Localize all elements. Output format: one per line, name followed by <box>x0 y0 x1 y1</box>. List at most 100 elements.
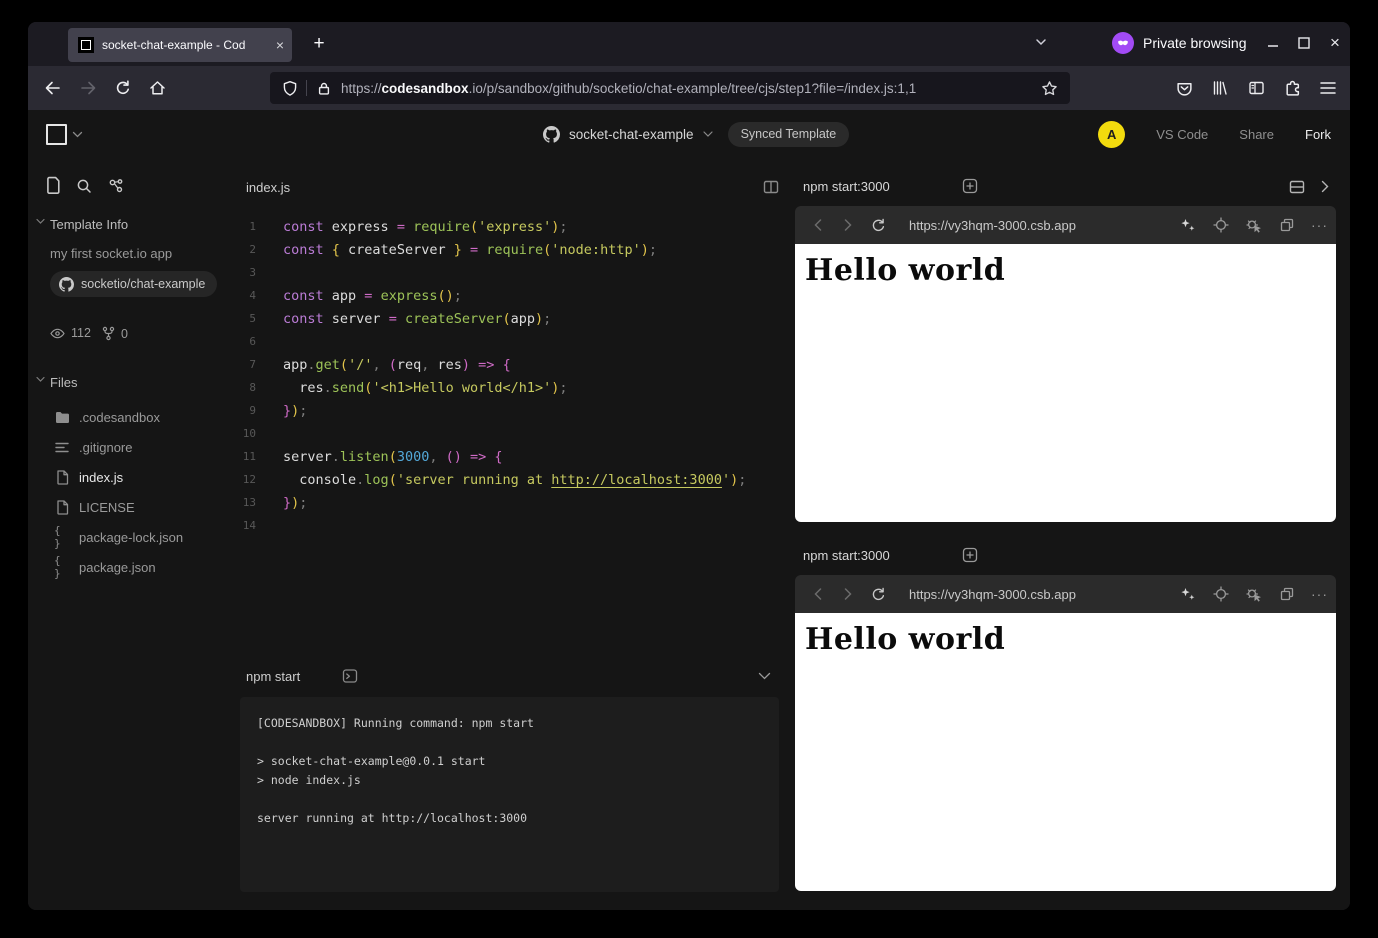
code-text: const app = express(); <box>283 288 462 304</box>
code-editor[interactable]: 1const express = require('express');2con… <box>240 215 785 537</box>
list-tabs-chevron-icon[interactable] <box>1034 35 1048 49</box>
project-title-group[interactable]: socket-chat-example Synced Template <box>543 110 849 158</box>
file-row-package-lock.json[interactable]: { }package-lock.json <box>54 526 183 548</box>
preview-forward-icon[interactable] <box>833 588 863 600</box>
tab-close-icon[interactable]: × <box>276 37 284 53</box>
code-line-6[interactable]: 6 <box>240 330 785 353</box>
file-row-index.js[interactable]: index.js <box>54 466 123 488</box>
template-repo-name: socketio/chat-example <box>81 277 205 291</box>
code-line-8[interactable]: 8 res.send('<h1>Hello world</h1>'); <box>240 376 785 399</box>
template-info-header[interactable]: Template Info <box>50 217 128 232</box>
github-icon <box>543 126 560 143</box>
files-header[interactable]: Files <box>50 375 77 390</box>
preview-viewport[interactable]: Hello world <box>795 613 1336 891</box>
files-chevron-icon[interactable] <box>36 376 45 383</box>
preview-url[interactable]: https://vy3hqm-3000.csb.app <box>909 587 1171 602</box>
line-number: 3 <box>240 266 256 279</box>
pocket-icon[interactable] <box>1168 72 1200 104</box>
template-repo-badge[interactable]: socketio/chat-example <box>50 271 217 297</box>
preview-tab-label[interactable]: npm start:3000 <box>803 548 890 563</box>
vscode-button[interactable]: VS Code <box>1156 127 1208 142</box>
code-line-13[interactable]: 13}); <box>240 491 785 514</box>
maximize-button[interactable] <box>1289 28 1319 58</box>
preview-reload-icon[interactable] <box>863 218 893 233</box>
template-info-chevron-icon[interactable] <box>36 218 45 225</box>
forward-button[interactable] <box>72 72 104 104</box>
terminal-output[interactable]: [CODESANDBOX] Running command: npm start… <box>240 697 779 892</box>
file-row-.gitignore[interactable]: .gitignore <box>54 436 132 458</box>
code-line-4[interactable]: 4const app = express(); <box>240 284 785 307</box>
code-line-12[interactable]: 12 console.log('server running at http:/… <box>240 468 785 491</box>
split-editor-icon[interactable] <box>763 179 779 195</box>
preview-viewport[interactable]: Hello world <box>795 244 1336 522</box>
code-line-11[interactable]: 11server.listen(3000, () => { <box>240 445 785 468</box>
codesandbox-logo-icon[interactable] <box>46 124 67 145</box>
terminal-collapse-chevron-icon[interactable] <box>758 672 771 681</box>
sparkles-icon[interactable] <box>1171 217 1204 233</box>
editor-tab-filename[interactable]: index.js <box>246 180 290 195</box>
preview-url[interactable]: https://vy3hqm-3000.csb.app <box>909 218 1171 233</box>
file-name: LICENSE <box>79 500 135 515</box>
code-line-5[interactable]: 5const server = createServer(app); <box>240 307 785 330</box>
line-number: 7 <box>240 358 256 371</box>
new-tab-button[interactable]: + <box>304 29 334 59</box>
menu-hamburger-icon[interactable] <box>1312 72 1344 104</box>
devtools-bug-icon[interactable] <box>1237 586 1270 602</box>
preview-reload-icon[interactable] <box>863 587 893 602</box>
extensions-puzzle-icon[interactable] <box>1276 72 1308 104</box>
sidebar-toggle-icon[interactable] <box>1240 72 1272 104</box>
code-line-14[interactable]: 14 <box>240 514 785 537</box>
preview-forward-icon[interactable] <box>833 219 863 231</box>
code-line-2[interactable]: 2const { createServer } = require('node:… <box>240 238 785 261</box>
devtools-bug-icon[interactable] <box>1237 217 1270 233</box>
split-preview-icon[interactable] <box>1289 179 1305 195</box>
preview-more-options[interactable]: ··· <box>1303 586 1336 602</box>
fork-button[interactable]: Fork <box>1305 127 1331 142</box>
code-line-1[interactable]: 1const express = require('express'); <box>240 215 785 238</box>
code-line-7[interactable]: 7app.get('/', (req, res) => { <box>240 353 785 376</box>
code-text: const { createServer } = require('node:h… <box>283 242 657 258</box>
file-row-.codesandbox[interactable]: .codesandbox <box>54 406 160 428</box>
close-window-button[interactable]: × <box>1320 28 1350 58</box>
element-inspector-crosshair-icon[interactable] <box>1204 586 1237 602</box>
avatar[interactable]: A <box>1098 121 1125 148</box>
open-in-new-window-icon[interactable] <box>1270 217 1303 233</box>
file-name: index.js <box>79 470 123 485</box>
library-icon[interactable] <box>1204 72 1236 104</box>
graph-nodes-icon[interactable] <box>108 178 124 194</box>
sparkles-icon[interactable] <box>1171 586 1204 602</box>
lock-icon[interactable] <box>317 81 331 96</box>
explorer-file-icon[interactable] <box>46 176 61 195</box>
back-button[interactable] <box>36 72 68 104</box>
line-number: 6 <box>240 335 256 348</box>
file-row-LICENSE[interactable]: LICENSE <box>54 496 135 518</box>
workspace-chevron-icon[interactable] <box>72 131 83 139</box>
code-line-10[interactable]: 10 <box>240 422 785 445</box>
code-line-9[interactable]: 9}); <box>240 399 785 422</box>
add-preview-icon[interactable] <box>962 547 978 563</box>
synced-template-badge: Synced Template <box>728 122 850 147</box>
bookmark-star-icon[interactable] <box>1041 80 1058 97</box>
urlbar-divider <box>306 80 307 96</box>
shield-icon[interactable] <box>282 80 298 97</box>
reload-button[interactable] <box>107 72 139 104</box>
fork-icon <box>102 326 115 341</box>
search-icon[interactable] <box>76 178 92 194</box>
terminal-tab-label[interactable]: npm start <box>246 669 300 684</box>
preview-more-options[interactable]: ··· <box>1303 217 1336 233</box>
preview-tab-label[interactable]: npm start:3000 <box>803 179 890 194</box>
preview-back-icon[interactable] <box>803 588 833 600</box>
home-button[interactable] <box>141 72 173 104</box>
file-name: package.json <box>79 560 156 575</box>
minimize-button[interactable] <box>1258 28 1288 58</box>
next-panel-chevron-icon[interactable] <box>1321 180 1330 193</box>
share-button[interactable]: Share <box>1239 127 1274 142</box>
element-inspector-crosshair-icon[interactable] <box>1204 217 1237 233</box>
open-in-new-window-icon[interactable] <box>1270 586 1303 602</box>
browser-tab[interactable]: socket-chat-example - Cod × <box>68 28 292 62</box>
preview-back-icon[interactable] <box>803 219 833 231</box>
url-bar[interactable]: https://codesandbox.io/p/sandbox/github/… <box>270 72 1070 104</box>
file-row-package.json[interactable]: { }package.json <box>54 556 156 578</box>
add-preview-icon[interactable] <box>962 178 978 194</box>
code-line-3[interactable]: 3 <box>240 261 785 284</box>
